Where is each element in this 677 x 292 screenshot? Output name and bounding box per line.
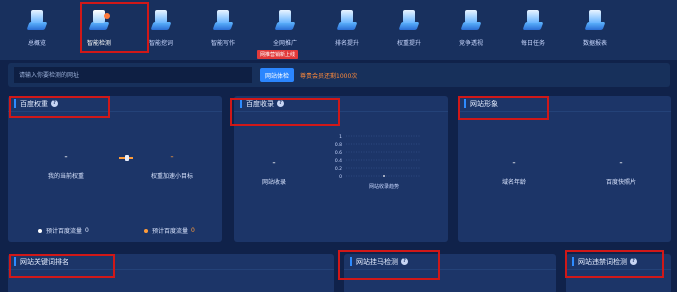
index-label: 网站收录 bbox=[261, 179, 286, 186]
toolbar-item-label: 每日任务 bbox=[520, 40, 545, 47]
target-weight-metric: - 权重加速小目标 bbox=[142, 152, 202, 180]
top-toolbar: 总概览 智能检测 智能挖词 智能写作 全网推广 网推营销新上线 排名提升 权重提升 竞争透视 每日… bbox=[0, 0, 677, 60]
snapshot-metric: - 百度快照片 bbox=[588, 158, 654, 186]
toolbar-item-label: 全网推广 bbox=[272, 40, 297, 47]
snapshot-value: - bbox=[619, 158, 623, 168]
baidu-weight-panel: 百度权重 ? - 我的当前权重 - 权重加速小目标 预计百度流量 0 预计百度流… bbox=[8, 96, 222, 242]
toolbar-item[interactable]: 智能写作 bbox=[192, 0, 254, 60]
site-profile-panel: 网站形象 - 域名年龄 - 百度快照片 bbox=[458, 96, 671, 242]
index-value: - bbox=[272, 158, 276, 168]
banned-words-panel: 网站违禁词检测 ? bbox=[566, 254, 671, 292]
baidu-index-panel: 百度收录 ? - 网站收录 1 0.8 0.6 0.4 0.2 0 网站收录趋势 bbox=[234, 96, 448, 242]
competition-icon bbox=[460, 9, 482, 31]
toolbar-item[interactable]: 排名提升 bbox=[316, 0, 378, 60]
toolbar-item[interactable]: 权重提升 bbox=[378, 0, 440, 60]
panel-title: 网站挂马检测 bbox=[356, 257, 398, 266]
site-check-button[interactable]: 网站体检 bbox=[260, 68, 295, 82]
panel-header: 百度权重 ? bbox=[8, 96, 222, 112]
current-weight-value: - bbox=[64, 152, 68, 162]
domain-age-value: - bbox=[512, 158, 516, 168]
help-icon[interactable]: ? bbox=[630, 258, 637, 265]
toolbar-item-label: 权重提升 bbox=[396, 40, 421, 47]
toolbar-item-label: 总概览 bbox=[27, 40, 46, 47]
daily-task-icon bbox=[522, 9, 544, 31]
y-tick-label: 0.4 bbox=[335, 158, 342, 164]
toolbar-item[interactable]: 智能检测 bbox=[68, 0, 130, 60]
trojan-detect-panel: 网站挂马检测 ? bbox=[344, 254, 556, 292]
toolbar-item[interactable]: 智能挖词 bbox=[130, 0, 192, 60]
toolbar-item-label: 数据报表 bbox=[582, 40, 607, 47]
toolbar-item-label: 智能挖词 bbox=[148, 40, 173, 47]
toolbar-item[interactable]: 竞争透视 bbox=[440, 0, 502, 60]
smart-detect-icon bbox=[88, 9, 110, 31]
current-weight-metric: - 我的当前权重 bbox=[36, 152, 96, 180]
y-tick-label: 0.6 bbox=[335, 150, 342, 156]
panel-title: 百度权重 bbox=[20, 99, 48, 108]
legend-item: 预计百度流量 0 bbox=[38, 226, 89, 235]
domain-age-label: 域名年龄 bbox=[501, 179, 526, 186]
help-icon[interactable]: ? bbox=[401, 258, 408, 265]
toolbar-item[interactable]: 数据报表 bbox=[564, 0, 626, 60]
toolbar-item-label: 智能检测 bbox=[86, 40, 111, 47]
promotion-icon bbox=[274, 9, 296, 31]
index-metric: - 网站收录 bbox=[248, 158, 300, 186]
toolbar-item[interactable]: 每日任务 bbox=[502, 0, 564, 60]
panel-header: 网站违禁词检测 ? bbox=[566, 254, 671, 270]
toolbar-item-label: 排名提升 bbox=[334, 40, 359, 47]
y-tick-label: 0.2 bbox=[335, 166, 342, 172]
data-point bbox=[383, 175, 385, 177]
keyword-mining-icon bbox=[150, 9, 172, 31]
x-axis-caption: 网站收录趋势 bbox=[369, 183, 399, 190]
domain-age-metric: - 域名年龄 bbox=[484, 158, 544, 186]
overview-icon bbox=[26, 9, 48, 31]
panel-title: 网站违禁词检测 bbox=[578, 257, 627, 266]
y-tick-label: 1 bbox=[339, 134, 342, 140]
smart-writing-icon bbox=[212, 9, 234, 31]
keyword-ranking-panel: 网站关键词排名 bbox=[8, 254, 334, 292]
help-icon[interactable]: ? bbox=[51, 100, 58, 107]
report-icon bbox=[584, 9, 606, 31]
panel-header: 网站挂马检测 ? bbox=[344, 254, 556, 270]
help-icon[interactable]: ? bbox=[277, 100, 284, 107]
toolbar-item-label: 智能写作 bbox=[210, 40, 235, 47]
panel-title: 网站关键词排名 bbox=[20, 257, 69, 266]
index-trend-chart: 1 0.8 0.6 0.4 0.2 0 网站收录趋势 bbox=[335, 134, 420, 190]
weight-icon bbox=[398, 9, 420, 31]
promo-badge: 网推营销新上线 bbox=[257, 50, 299, 59]
search-bar: 网站体检 尊贵会员还剩1000次 bbox=[8, 63, 670, 87]
weight-slider[interactable] bbox=[119, 155, 133, 161]
target-weight-value: - bbox=[170, 152, 174, 162]
panel-title: 网站形象 bbox=[470, 99, 498, 108]
toolbar-item-label: 竞争透视 bbox=[458, 40, 483, 47]
url-input[interactable] bbox=[14, 67, 252, 83]
legend-dot-icon bbox=[38, 228, 42, 233]
ranking-icon bbox=[336, 9, 358, 31]
toolbar-item[interactable]: 总概览 bbox=[6, 0, 68, 60]
panel-header: 网站关键词排名 bbox=[8, 254, 334, 270]
toolbar-item[interactable]: 全网推广网推营销新上线 bbox=[254, 0, 316, 60]
panel-header: 网站形象 bbox=[458, 96, 671, 112]
member-quota-text: 尊贵会员还剩1000次 bbox=[300, 72, 358, 80]
target-weight-label: 权重加速小目标 bbox=[150, 173, 193, 180]
panel-header: 百度收录 ? bbox=[234, 96, 448, 112]
panel-title: 百度收录 bbox=[246, 99, 274, 108]
current-weight-label: 我的当前权重 bbox=[47, 173, 84, 180]
legend-item: 预计百度流量 0 bbox=[144, 226, 195, 235]
legend-dot-icon bbox=[144, 228, 148, 233]
y-tick-label: 0 bbox=[339, 174, 342, 180]
y-tick-label: 0.8 bbox=[335, 142, 342, 148]
snapshot-label: 百度快照片 bbox=[605, 179, 636, 186]
